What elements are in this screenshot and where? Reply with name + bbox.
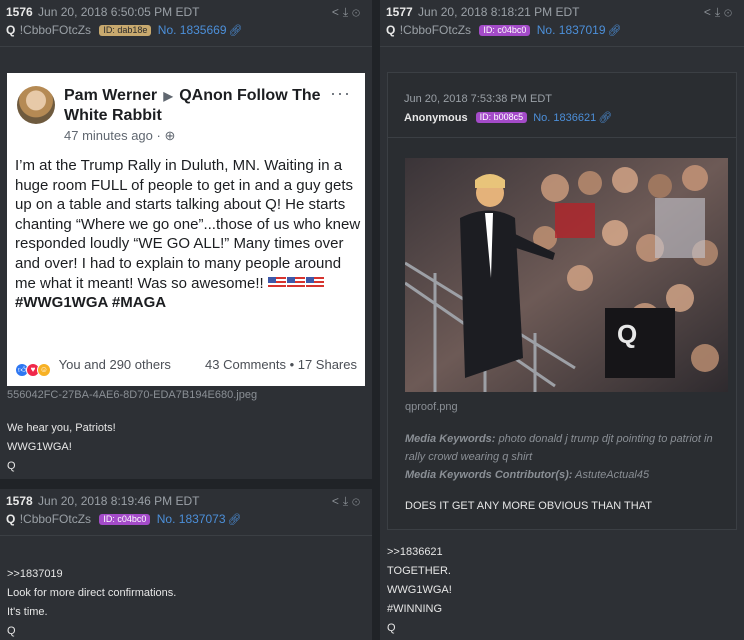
avatar bbox=[17, 86, 55, 124]
post-date: Jun 20, 2018 8:18:21 PM EDT bbox=[418, 5, 580, 19]
expand-icon[interactable]: ⊙ bbox=[352, 494, 364, 508]
quoted-post-link[interactable]: No. 1836621 bbox=[533, 112, 596, 124]
fb-post-footer: 👍︎ ♥ ☺ You and 290 others 43 Comments • 17… bbox=[15, 357, 357, 377]
poster-id-badge[interactable]: ID: c04bc0 bbox=[479, 25, 531, 36]
share-icon[interactable]: < bbox=[332, 5, 343, 19]
message-line: Q bbox=[7, 625, 16, 637]
download-icon[interactable]: ⤓ bbox=[343, 494, 352, 508]
message-line: Look for more direct confirmations. bbox=[7, 587, 177, 599]
message-line: WWG1WGA! bbox=[387, 584, 452, 596]
right-triangle-icon: ▶ bbox=[163, 89, 173, 103]
post-message: We hear you, Patriots! WWG1WGA! Q bbox=[0, 419, 116, 476]
rally-photo-image: Q bbox=[405, 158, 728, 392]
post-number: 1578 bbox=[6, 494, 33, 508]
poster-id-badge[interactable]: ID: dab18e bbox=[99, 25, 152, 36]
message-line: WWG1WGA! bbox=[7, 441, 72, 453]
fb-comments-shares: 43 Comments • 17 Shares bbox=[205, 357, 357, 372]
more-icon: ··· bbox=[330, 83, 351, 103]
poster-name: Q bbox=[6, 512, 16, 526]
message-line: Q bbox=[387, 622, 396, 634]
share-icon[interactable]: < bbox=[332, 494, 343, 508]
tripcode: !CbboFOtcZs bbox=[19, 512, 92, 526]
quoted-post-text: DOES IT GET ANY MORE OBVIOUS THAN THAT bbox=[405, 500, 652, 512]
message-line: We hear you, Patriots! bbox=[7, 422, 116, 434]
poster-name: Q bbox=[386, 23, 396, 37]
quoted-post: Jun 20, 2018 7:53:38 PM EDT Anonymous ID… bbox=[387, 72, 737, 530]
link-icon[interactable]: 🔗︎ bbox=[229, 25, 243, 37]
header-divider bbox=[0, 46, 372, 47]
download-icon[interactable]: ⤓ bbox=[715, 5, 724, 19]
reply-link[interactable]: >>1836621 bbox=[387, 543, 452, 562]
fb-post-author: Pam Werner ▶ QAnon Follow The White Rabb… bbox=[64, 86, 324, 125]
link-icon[interactable]: 🔗︎ bbox=[598, 112, 612, 124]
flag-icon bbox=[267, 275, 325, 292]
keywords-label: Media Keywords: bbox=[405, 433, 496, 445]
post-header: 1576 Jun 20, 2018 6:50:05 PM EDT Q !Cbbo… bbox=[0, 0, 372, 37]
fb-reactions-count: You and 290 others bbox=[58, 357, 171, 372]
rally-photo[interactable]: Q bbox=[405, 158, 728, 392]
message-line: #WINNING bbox=[387, 603, 442, 615]
header-divider bbox=[380, 46, 744, 47]
message-line: It's time. bbox=[7, 606, 48, 618]
post-date: Jun 20, 2018 8:19:46 PM EDT bbox=[38, 494, 200, 508]
post-link[interactable]: No. 1837073 bbox=[157, 512, 226, 526]
image-filename[interactable]: 556042FC-27BA-4AE6-8D70-EDA7B194E680.jpe… bbox=[7, 389, 257, 401]
download-icon[interactable]: ⤓ bbox=[343, 5, 352, 19]
media-keywords: Media Keywords: photo donald j trump djt… bbox=[405, 430, 735, 484]
fb-post-time: 47 minutes ago · ⊕ bbox=[64, 128, 176, 143]
share-icon[interactable]: < bbox=[704, 5, 715, 19]
post-1576: 1576 Jun 20, 2018 6:50:05 PM EDT Q !Cbbo… bbox=[0, 0, 372, 479]
quoted-divider bbox=[388, 137, 736, 138]
globe-icon: ⊕ bbox=[164, 128, 176, 143]
link-icon[interactable]: 🔗︎ bbox=[228, 514, 242, 526]
post-header: 1577 Jun 20, 2018 8:18:21 PM EDT Q !Cbbo… bbox=[380, 0, 744, 37]
fb-post-body: I’m at the Trump Rally in Duluth, MN. Wa… bbox=[15, 156, 361, 313]
post-actions: <⤓⊙ bbox=[332, 494, 364, 508]
image-filename[interactable]: qproof.png bbox=[405, 401, 458, 413]
fb-post-text: I’m at the Trump Rally in Duluth, MN. Wa… bbox=[15, 157, 361, 292]
post-1578: 1578 Jun 20, 2018 8:19:46 PM EDT Q !Cbbo… bbox=[0, 489, 372, 640]
poster-name: Q bbox=[6, 23, 16, 37]
post-link[interactable]: No. 1835669 bbox=[158, 23, 227, 37]
facebook-screenshot[interactable]: Pam Werner ▶ QAnon Follow The White Rabb… bbox=[7, 73, 365, 386]
fb-hashtags: #WWG1WGA #MAGA bbox=[15, 294, 167, 312]
post-link[interactable]: No. 1837019 bbox=[537, 23, 606, 37]
message-line: TOGETHER. bbox=[387, 565, 451, 577]
quoted-post-date: Jun 20, 2018 7:53:38 PM EDT bbox=[404, 93, 552, 105]
post-number: 1577 bbox=[386, 5, 413, 19]
post-header: 1578 Jun 20, 2018 8:19:46 PM EDT Q !Cbbo… bbox=[0, 489, 372, 526]
haha-icon: ☺ bbox=[37, 363, 51, 377]
post-actions: <⤓⊙ bbox=[332, 5, 364, 19]
contributor-name: AstuteActual45 bbox=[575, 469, 650, 481]
post-actions: <⤓⊙ bbox=[704, 5, 736, 19]
reply-link[interactable]: >>1837019 bbox=[7, 565, 176, 584]
fb-author-name: Pam Werner bbox=[64, 87, 158, 104]
tripcode: !CbboFOtcZs bbox=[19, 23, 92, 37]
expand-icon[interactable]: ⊙ bbox=[724, 5, 736, 19]
quoted-poster-name: Anonymous bbox=[404, 112, 468, 124]
post-message: >>1837019 Look for more direct confirmat… bbox=[0, 565, 176, 640]
post-1577: 1577 Jun 20, 2018 8:18:21 PM EDT Q !Cbbo… bbox=[380, 0, 744, 640]
quoted-post-header: Jun 20, 2018 7:53:38 PM EDT Anonymous ID… bbox=[388, 73, 736, 125]
post-message: >>1836621 TOGETHER. WWG1WGA! #WINNING Q bbox=[380, 543, 452, 638]
svg-text:Q: Q bbox=[617, 319, 637, 349]
header-divider bbox=[0, 535, 372, 536]
post-date: Jun 20, 2018 6:50:05 PM EDT bbox=[38, 5, 200, 19]
expand-icon[interactable]: ⊙ bbox=[352, 5, 364, 19]
quoted-poster-id-badge[interactable]: ID: b008c5 bbox=[475, 112, 528, 123]
link-icon[interactable]: 🔗︎ bbox=[608, 25, 622, 37]
message-line: Q bbox=[7, 460, 16, 472]
post-number: 1576 bbox=[6, 5, 33, 19]
tripcode: !CbboFOtcZs bbox=[399, 23, 472, 37]
contributor-label: Media Keywords Contributor(s): bbox=[405, 469, 573, 481]
poster-id-badge[interactable]: ID: c04bc0 bbox=[99, 514, 151, 525]
